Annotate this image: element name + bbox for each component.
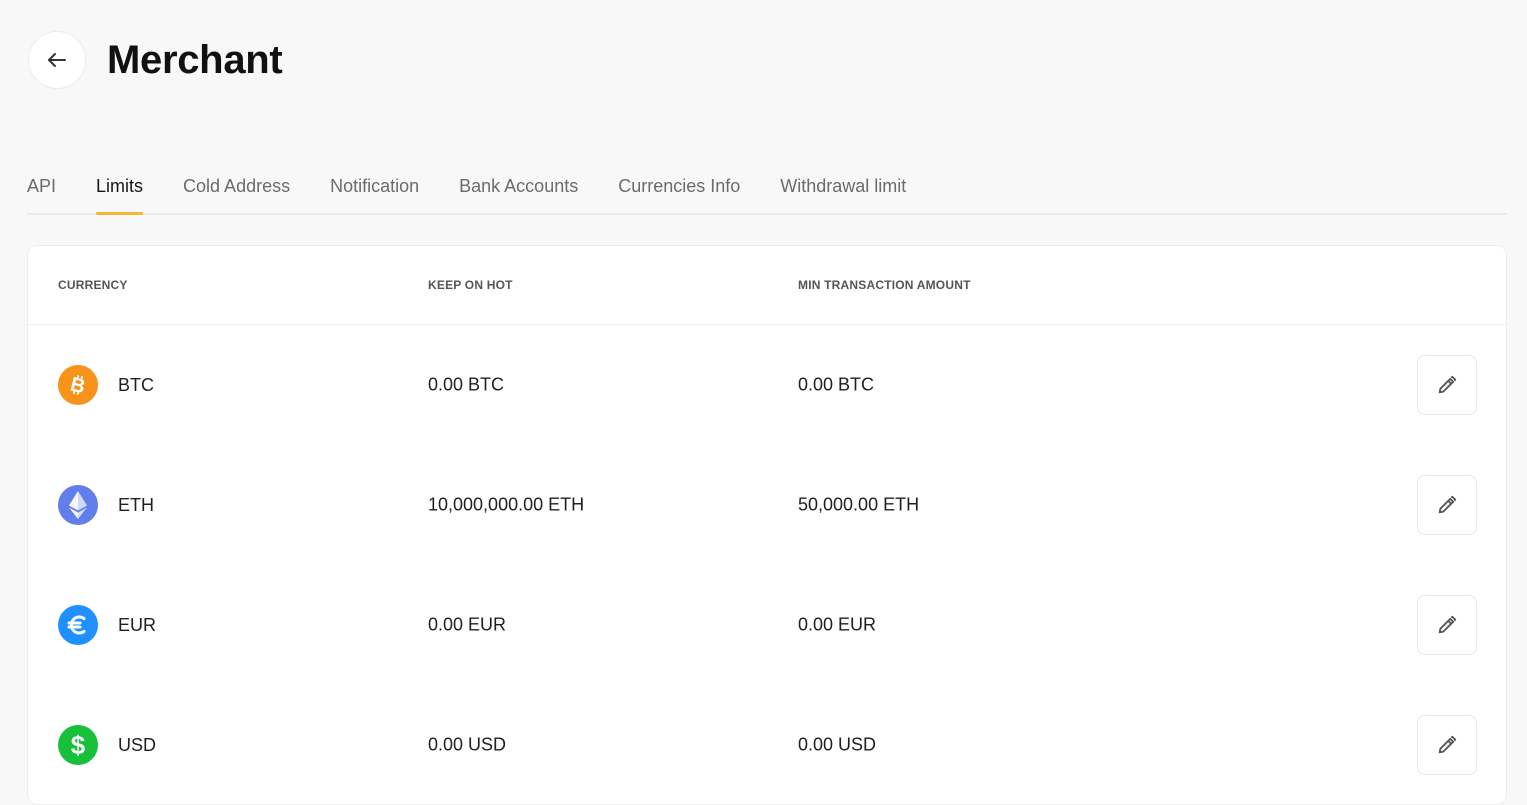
page-title: Merchant [107,37,283,82]
tab-cold-address[interactable]: Cold Address [183,166,290,213]
arrow-left-icon [48,53,66,67]
currency-cell: B BTC [58,365,154,405]
currency-code: EUR [118,614,157,635]
table-header: CURRENCY KEEP ON HOT MIN TRANSACTION AMO… [28,246,1506,325]
min-transaction-value: 0.00 EUR [798,614,877,635]
table-row: EUR 0.00 EUR 0.00 EUR [28,565,1506,685]
back-button[interactable] [28,31,86,89]
keep-on-hot-value: 0.00 BTC [428,374,505,395]
tab-api[interactable]: API [27,166,56,213]
ethereum-icon [58,485,98,525]
pencil-icon [1438,375,1457,394]
pencil-icon [1438,495,1457,514]
edit-button[interactable] [1417,715,1477,775]
tab-withdrawal-limit[interactable]: Withdrawal limit [780,166,906,213]
keep-on-hot-value: 10,000,000.00 ETH [428,494,585,515]
tab-limits[interactable]: Limits [96,166,144,215]
table-row: ETH 10,000,000.00 ETH 50,000.00 ETH [28,445,1506,565]
page-header: Merchant [28,30,283,90]
column-header-keep-on-hot: KEEP ON HOT [428,278,513,292]
edit-button[interactable] [1417,355,1477,415]
euro-icon [58,605,98,645]
keep-on-hot-value: 0.00 EUR [428,614,507,635]
table-row: B BTC 0.00 BTC 0.00 BTC [28,325,1506,445]
table-row: $ USD 0.00 USD 0.00 USD [28,685,1506,804]
edit-button[interactable] [1417,475,1477,535]
min-transaction-value: 0.00 BTC [798,374,875,395]
tab-notification[interactable]: Notification [330,166,419,213]
currency-code: BTC [118,374,154,395]
tab-bar: API Limits Cold Address Notification Ban… [27,166,1507,215]
currency-cell: EUR [58,605,156,645]
column-header-currency: CURRENCY [58,278,128,292]
edit-button[interactable] [1417,595,1477,655]
pencil-icon [1438,735,1457,754]
dollar-icon: $ [58,725,98,765]
tab-currencies-info[interactable]: Currencies Info [618,166,740,213]
column-header-min-transaction-amount: MIN TRANSACTION AMOUNT [798,278,971,292]
min-transaction-value: 50,000.00 ETH [798,494,920,515]
currency-cell: ETH [58,485,154,525]
keep-on-hot-value: 0.00 USD [428,734,507,755]
tab-bank-accounts[interactable]: Bank Accounts [459,166,578,213]
currency-code: ETH [118,494,154,515]
min-transaction-value: 0.00 USD [798,734,877,755]
currency-code: USD [118,734,157,755]
pencil-icon [1438,615,1457,634]
bitcoin-icon: B [58,365,98,405]
limits-table: CURRENCY KEEP ON HOT MIN TRANSACTION AMO… [27,245,1507,805]
currency-cell: $ USD [58,725,156,765]
